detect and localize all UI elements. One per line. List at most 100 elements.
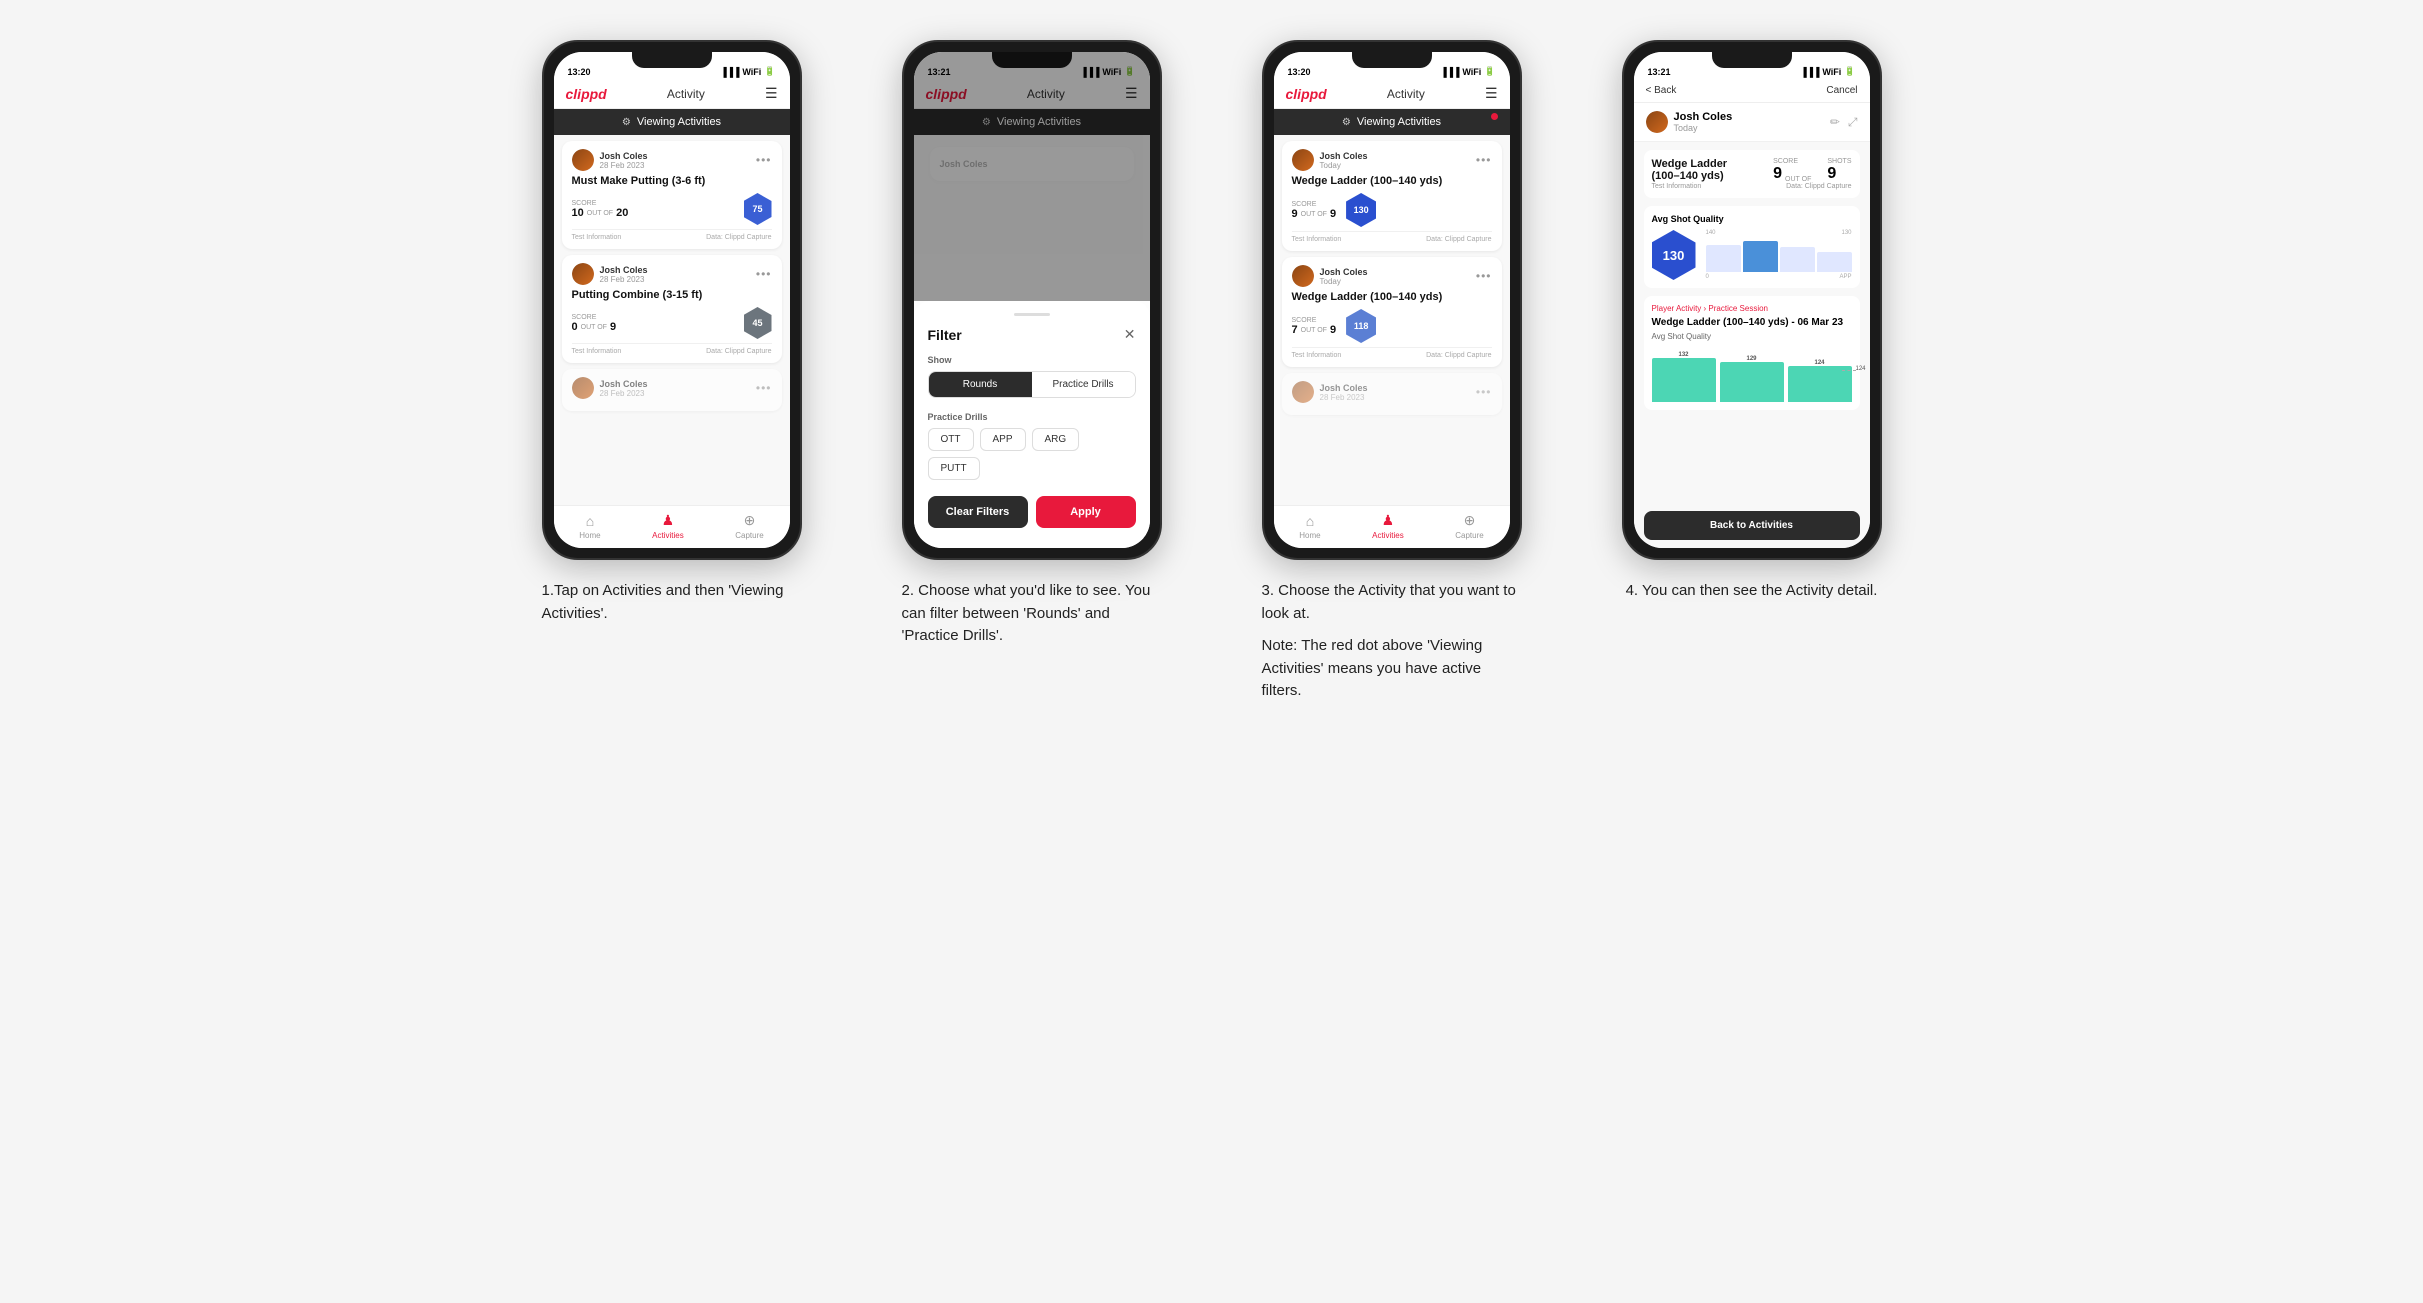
viewing-bar-text-3: Viewing Activities [1357, 116, 1441, 128]
modal-header-2: Filter ✕ [928, 326, 1136, 343]
phone-3: 13:20 ▐▐▐ WiFi 🔋 clippd Activity ☰ ⚙ Vie… [1262, 40, 1522, 560]
stat-outof-3-1: OUT OF [1301, 211, 1327, 218]
card-stats-1-1: Score 10 OUT OF 20 75 [572, 193, 772, 225]
phone-2: 13:21 ▐▐▐ WiFi 🔋 clippd Activity ☰ ⚙ Vie… [902, 40, 1162, 560]
modal-title-2: Filter [928, 327, 962, 343]
expand-icon-4[interactable]: ⤢ [1848, 115, 1858, 130]
stat-score-val-1-1: 10 [572, 207, 584, 219]
phone-3-notch [1352, 52, 1432, 68]
activities-icon-1: ♟ [662, 512, 675, 529]
apply-button-2[interactable]: Apply [1036, 496, 1136, 528]
avatar-1-2 [572, 263, 594, 285]
bottom-nav-home-1[interactable]: ⌂ Home [579, 513, 600, 540]
card-footer-left-3-1: Test Information [1292, 236, 1342, 243]
bottom-nav-home-3[interactable]: ⌂ Home [1299, 513, 1320, 540]
detail-score-row-4: Wedge Ladder (100–140 yds) Score 9 OUT O… [1652, 158, 1852, 183]
stat-shots-val-1-2: 9 [610, 321, 616, 333]
chip-ott-2[interactable]: OTT [928, 428, 974, 451]
show-label-2: Show [928, 355, 1136, 365]
toggle-rounds-2[interactable]: Rounds [929, 372, 1032, 397]
cancel-button-4[interactable]: Cancel [1826, 85, 1857, 96]
toggle-practice-2[interactable]: Practice Drills [1032, 372, 1135, 397]
bottom-nav-1: ⌂ Home ♟ Activities ⊕ Capture [554, 505, 790, 548]
activity-card-1-2[interactable]: Josh Coles 28 Feb 2023 ••• Putting Combi… [562, 255, 782, 363]
filter-chip-group-2: OTT APP ARG PUTT [928, 428, 1136, 480]
activity-card-3-1[interactable]: Josh Coles Today ••• Wedge Ladder (100–1… [1282, 141, 1502, 251]
detail-shots-label-4: Shots [1827, 158, 1851, 165]
activity-card-1-3[interactable]: Josh Coles 28 Feb 2023 ••• [562, 369, 782, 411]
dots-menu-1-2[interactable]: ••• [756, 267, 772, 281]
avg-shot-title-4: Avg Shot Quality [1652, 214, 1852, 224]
hamburger-icon-3[interactable]: ☰ [1485, 85, 1498, 102]
card-user-date-1-1: 28 Feb 2023 [600, 161, 648, 170]
detail-outof-4: OUT OF [1785, 176, 1811, 183]
chip-arg-2[interactable]: ARG [1032, 428, 1080, 451]
viewing-bar-text-1: Viewing Activities [637, 116, 721, 128]
bottom-nav-capture-1[interactable]: ⊕ Capture [735, 512, 763, 540]
capture-icon-3: ⊕ [1464, 512, 1476, 529]
session-label-link-4[interactable]: Practice Session [1708, 304, 1768, 313]
mini-chart-bars-4 [1706, 238, 1852, 272]
detail-score-label-4: Score [1773, 158, 1798, 165]
activity-card-3-3[interactable]: Josh Coles 28 Feb 2023 ••• [1282, 373, 1502, 415]
edit-icon-4[interactable]: ✏ [1830, 115, 1840, 130]
shot-quality-badge-1-2: 45 [744, 307, 772, 339]
detail-drill-title-4: Wedge Ladder (100–140 yds) [1652, 158, 1752, 182]
activity-card-3-2[interactable]: Josh Coles Today ••• Wedge Ladder (100–1… [1282, 257, 1502, 367]
card-user-info-1-2: Josh Coles 28 Feb 2023 [572, 263, 648, 285]
dots-menu-3-1[interactable]: ••• [1476, 153, 1492, 167]
detail-user-row-4: Josh Coles Today ✏ ⤢ [1634, 103, 1870, 142]
battery-icon-1: 🔋 [764, 66, 775, 77]
avatar-4 [1646, 111, 1668, 133]
detail-user-text-4: Josh Coles Today [1674, 111, 1733, 133]
chip-putt-2[interactable]: PUTT [928, 457, 980, 480]
card-user-text-3-3: Josh Coles 28 Feb 2023 [1320, 383, 1368, 402]
chip-app-2[interactable]: APP [980, 428, 1026, 451]
card-footer-left-1-2: Test Information [572, 348, 622, 355]
card-user-date-1-2: 28 Feb 2023 [600, 275, 648, 284]
modal-backdrop-2[interactable] [914, 52, 1150, 301]
modal-close-button-2[interactable]: ✕ [1124, 326, 1136, 343]
viewing-bar-1[interactable]: ⚙ Viewing Activities [554, 109, 790, 135]
card-header-3-2: Josh Coles Today ••• [1292, 265, 1492, 287]
hamburger-icon-1[interactable]: ☰ [765, 85, 778, 102]
modal-buttons-2: Clear Filters Apply [928, 496, 1136, 528]
card-stats-3-2: Score 7 OUT OF 9 118 [1292, 309, 1492, 343]
stat-shots-val-1-1: 20 [616, 207, 628, 219]
app-logo-1: clippd [566, 86, 607, 102]
dots-menu-1-1[interactable]: ••• [756, 153, 772, 167]
card-user-text-3-2: Josh Coles Today [1320, 267, 1368, 286]
sq-value-3-1: 130 [1354, 205, 1369, 215]
back-to-activities-button-4[interactable]: Back to Activities [1644, 511, 1860, 540]
viewing-bar-3[interactable]: ⚙ Viewing Activities [1274, 109, 1510, 135]
bottom-nav-activities-1[interactable]: ♟ Activities [652, 512, 684, 540]
session-bar-4-1 [1652, 358, 1716, 402]
chart-bar-4-4 [1817, 252, 1852, 272]
card-header-3-1: Josh Coles Today ••• [1292, 149, 1492, 171]
activities-list-1: Josh Coles 28 Feb 2023 ••• Must Make Put… [554, 135, 790, 505]
stat-score-1-2: Score 0 OUT OF 9 [572, 314, 617, 333]
home-icon-1: ⌂ [586, 513, 594, 529]
home-label-1: Home [579, 531, 600, 540]
bottom-nav-activities-3[interactable]: ♟ Activities [1372, 512, 1404, 540]
status-time-3: 13:20 [1288, 67, 1311, 77]
filter-sliders-icon-3: ⚙ [1342, 117, 1351, 128]
step-3-note: Note: The red dot above 'Viewing Activit… [1262, 635, 1522, 703]
activity-card-1-1[interactable]: Josh Coles 28 Feb 2023 ••• Must Make Put… [562, 141, 782, 249]
card-footer-1-1: Test Information Data: Clippd Capture [572, 229, 772, 241]
clear-filters-button-2[interactable]: Clear Filters [928, 496, 1028, 528]
card-header-1-1: Josh Coles 28 Feb 2023 ••• [572, 149, 772, 171]
detail-icons-4: ✏ ⤢ [1830, 115, 1858, 130]
session-section-4: Player Activity › Practice Session Wedge… [1644, 296, 1860, 410]
bottom-nav-3: ⌂ Home ♟ Activities ⊕ Capture [1274, 505, 1510, 548]
dots-menu-3-3[interactable]: ••• [1476, 385, 1492, 399]
back-button-4[interactable]: < Back [1646, 85, 1677, 96]
avatar-3-3 [1292, 381, 1314, 403]
card-user-info-3-3: Josh Coles 28 Feb 2023 [1292, 381, 1368, 403]
detail-score-value-4: 9 [1773, 165, 1782, 183]
bottom-nav-capture-3[interactable]: ⊕ Capture [1455, 512, 1483, 540]
dots-menu-1-3[interactable]: ••• [756, 381, 772, 395]
card-user-text-1-2: Josh Coles 28 Feb 2023 [600, 265, 648, 284]
detail-user-date-4: Today [1674, 123, 1733, 133]
dots-menu-3-2[interactable]: ••• [1476, 269, 1492, 283]
